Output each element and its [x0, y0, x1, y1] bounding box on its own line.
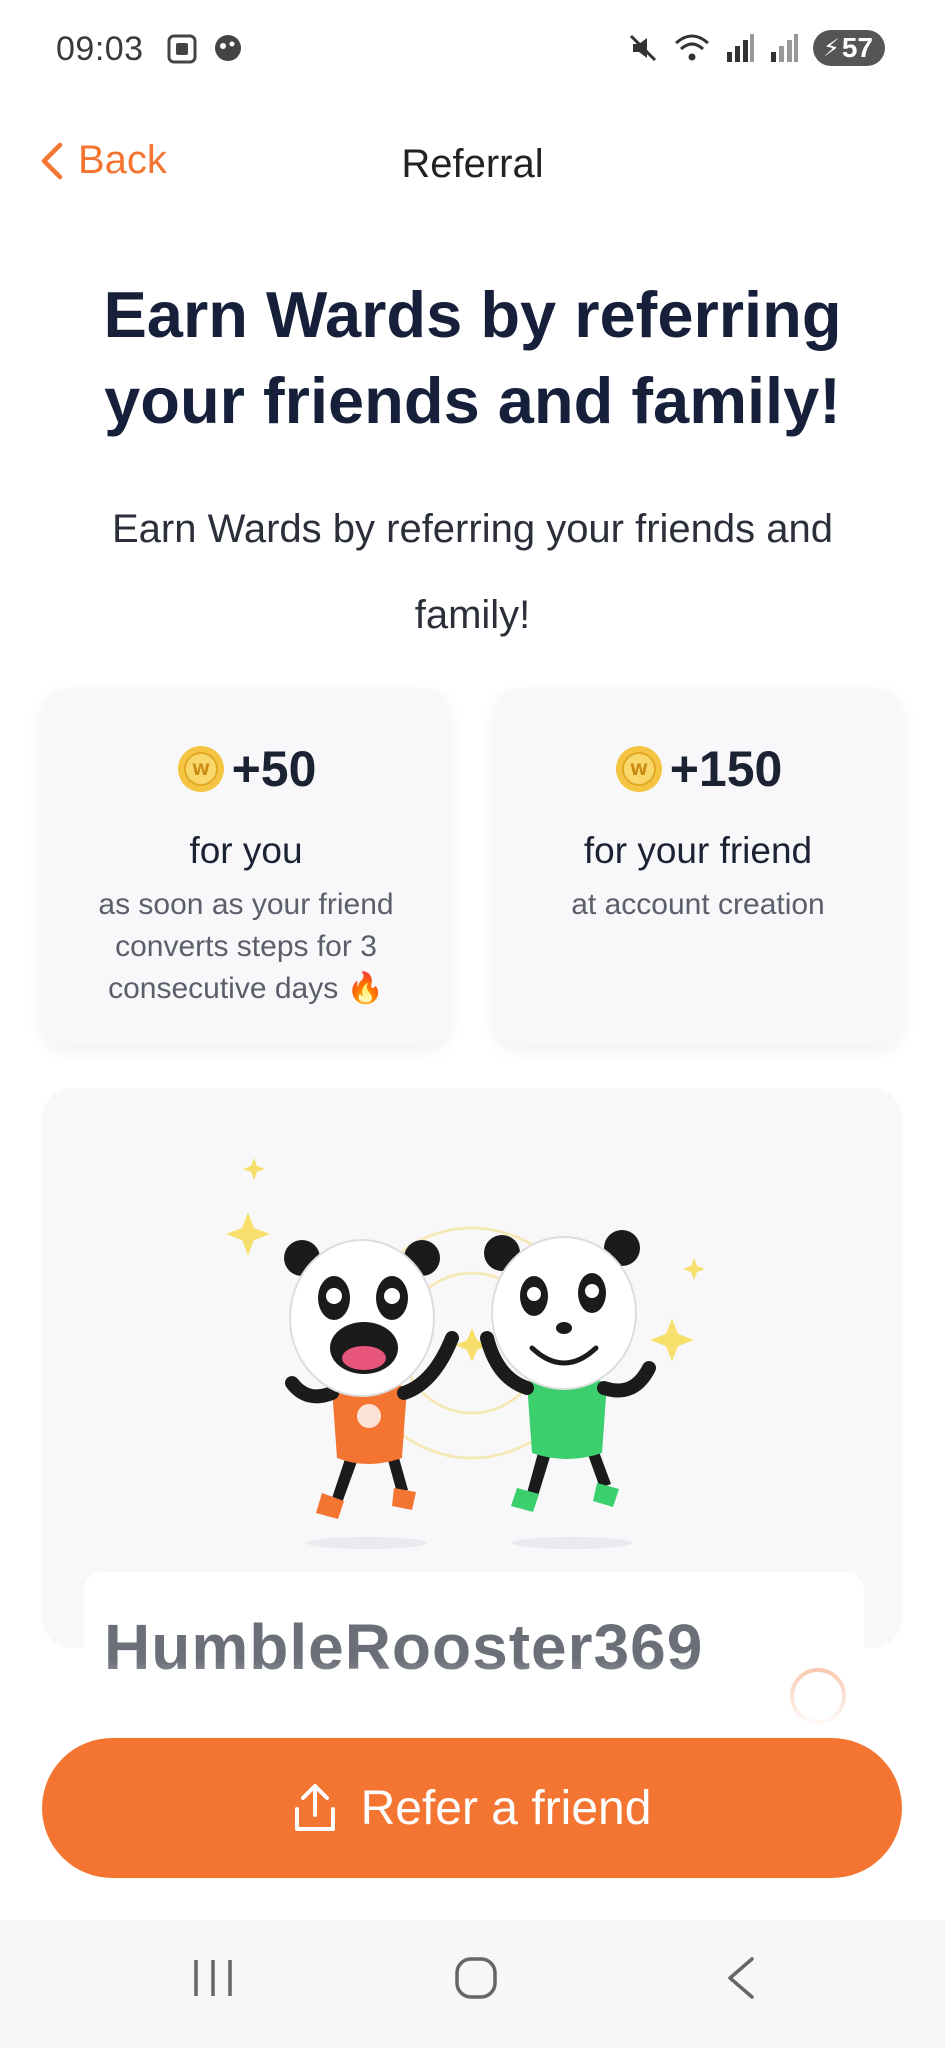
- battery-level: 57: [841, 32, 873, 63]
- hero-headline: Earn Wards by referring your friends and…: [103, 278, 842, 437]
- refer-friend-label: Refer a friend: [360, 1781, 652, 1835]
- ward-coin-icon: W: [177, 746, 224, 792]
- reward-amount: +150: [669, 741, 783, 797]
- home-icon[interactable]: [454, 1956, 498, 2000]
- recent-apps-icon[interactable]: [190, 1956, 236, 2000]
- status-bar: 09:03 ⚡ 57: [0, 0, 945, 104]
- status-time: 09:03: [56, 30, 144, 68]
- wifi-icon: [674, 34, 709, 61]
- signal-icon: [770, 34, 798, 62]
- share-icon: [294, 1784, 335, 1831]
- battery-icon: ⚡ 57: [812, 30, 885, 66]
- status-right-icons: ⚡ 57: [627, 30, 885, 66]
- reward-description: as soon as your friend converts steps fo…: [98, 888, 394, 1005]
- right-panda: [480, 1230, 656, 1549]
- reward-amount-row: W +150: [494, 740, 902, 798]
- reward-description: at account creation: [571, 888, 825, 921]
- back-nav-icon[interactable]: [726, 1956, 756, 2000]
- svg-text:W: W: [192, 760, 210, 779]
- page-title: Referral: [401, 142, 544, 186]
- header: Back Referral: [0, 130, 945, 202]
- screenshot-icon: [167, 34, 197, 64]
- illustration-panel: [42, 1088, 902, 1648]
- reward-amount-row: W +50: [42, 740, 450, 798]
- notification-bubble-icon: [215, 35, 241, 61]
- reward-card-friend: W +150 for your friend at account creati…: [494, 688, 902, 1046]
- reward-amount: +50: [231, 741, 317, 797]
- pandas-high-five-illustration: [226, 1158, 705, 1549]
- refer-friend-button[interactable]: Refer a friend: [42, 1738, 902, 1878]
- reward-title: for you: [189, 830, 303, 871]
- reward-title: for your friend: [583, 830, 813, 871]
- status-left-icons: [165, 32, 245, 66]
- hero-subline: Earn Wards by referring your friends and…: [111, 507, 834, 637]
- scroll-fade: [0, 1660, 945, 1730]
- ward-coin-icon: W: [615, 746, 662, 792]
- signal-icon: [726, 34, 754, 62]
- system-nav-bar: [0, 1920, 945, 2048]
- reward-card-you: W +50 for you as soon as your friend con…: [42, 688, 450, 1046]
- svg-text:W: W: [630, 760, 648, 779]
- mute-icon: [629, 34, 657, 62]
